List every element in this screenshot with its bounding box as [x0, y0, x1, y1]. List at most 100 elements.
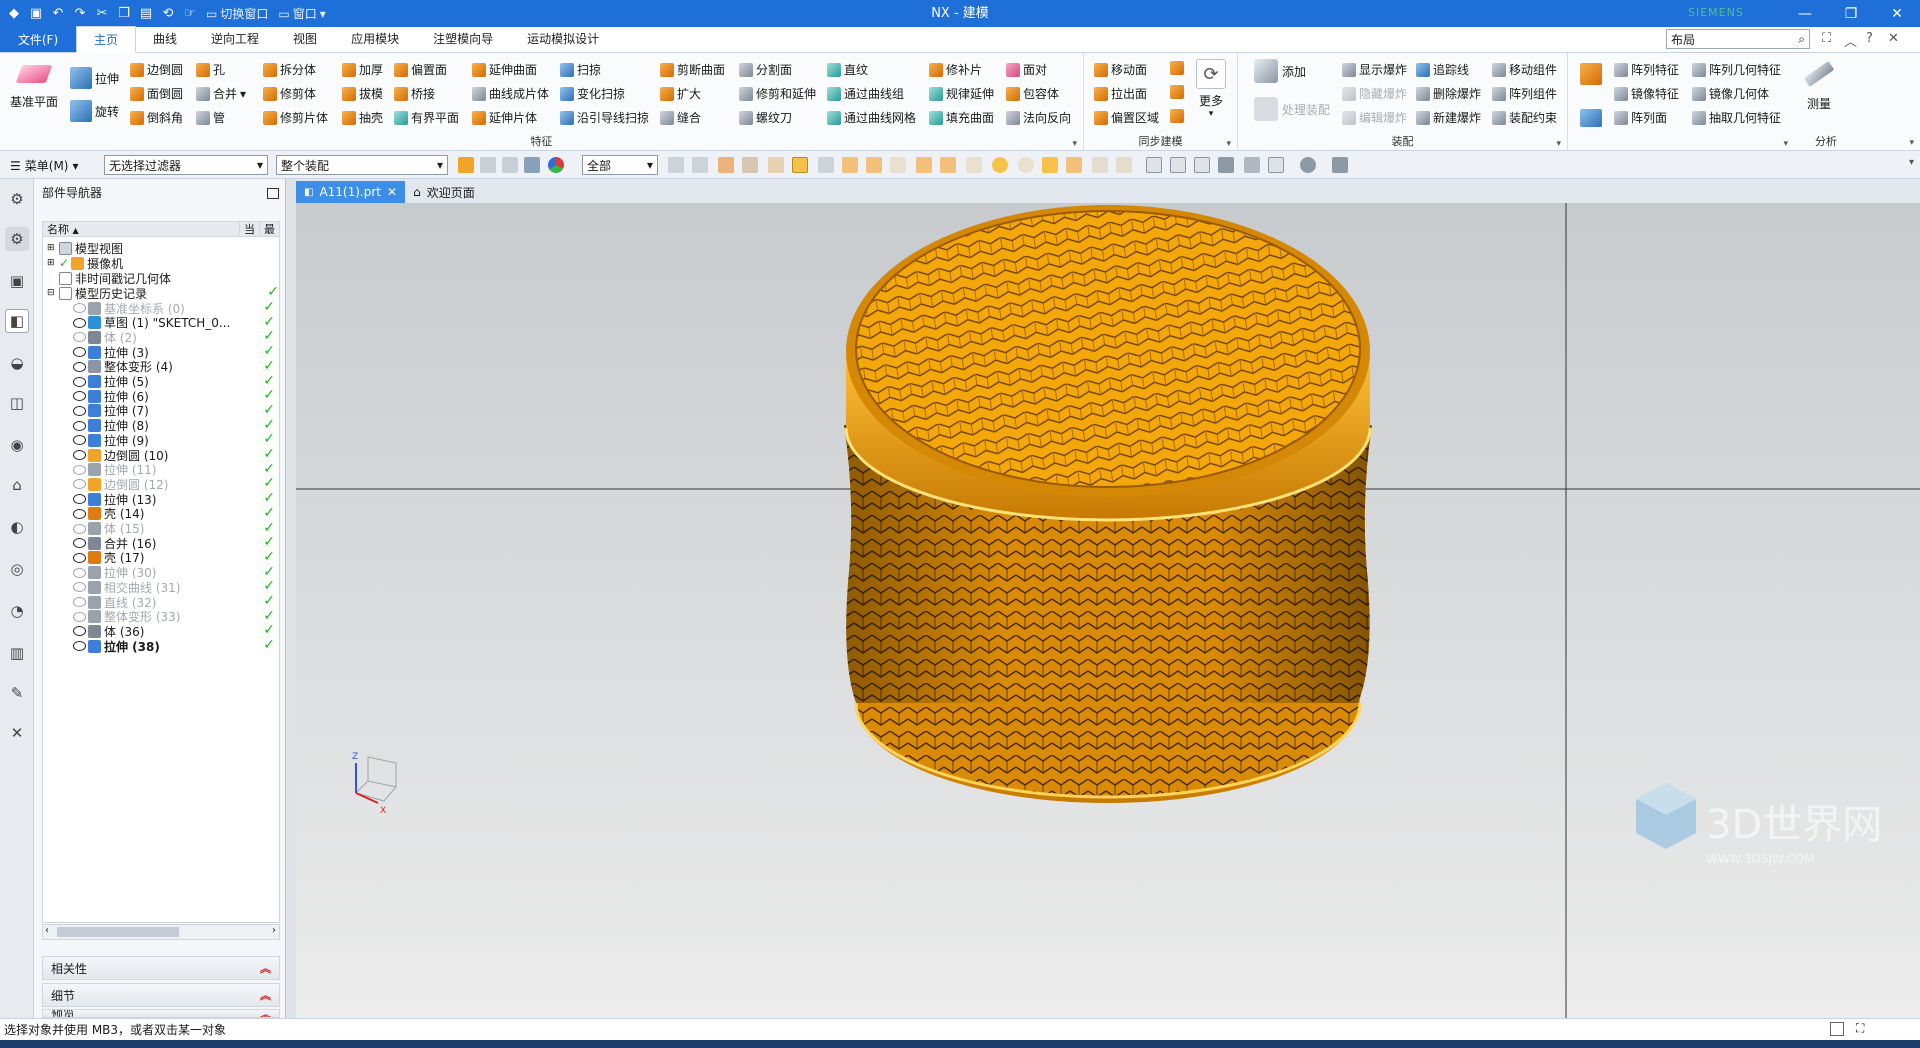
history-icon[interactable]: ⌂ — [5, 473, 29, 497]
unite-button[interactable]: 合并 ▾ — [196, 85, 246, 102]
main-menu-button[interactable]: ☰ 菜单(M) ▾ — [10, 157, 79, 174]
snap-tool-icon[interactable] — [890, 157, 906, 173]
assembly-navigator-icon[interactable]: ⚙ — [5, 227, 29, 251]
visibility-eye-icon[interactable] — [73, 538, 86, 549]
visibility-eye-icon[interactable] — [73, 641, 86, 652]
pattern-component-button[interactable]: 阵列组件 — [1492, 85, 1557, 102]
collapse-ribbon-icon[interactable]: ︿ — [1844, 31, 1857, 50]
column-latest[interactable]: 最 — [259, 221, 279, 237]
nx-logo-icon[interactable]: ◆ — [4, 4, 24, 24]
patch-button[interactable]: 修补片 — [929, 61, 982, 78]
filter-tool-icon[interactable] — [502, 157, 518, 173]
through-curves-button[interactable]: 通过曲线组 — [827, 85, 904, 102]
pattern-face-button[interactable]: 阵列面 — [1614, 109, 1667, 126]
visibility-eye-icon[interactable] — [73, 494, 86, 505]
expand-icon[interactable]: ⊞ — [47, 258, 59, 268]
snap-tool-icon[interactable] — [1066, 157, 1082, 173]
new-explosion-button[interactable]: 新建爆炸 — [1416, 109, 1481, 126]
trim-sheet-button[interactable]: 修剪片体 — [263, 109, 328, 126]
visibility-eye-icon[interactable] — [73, 523, 86, 534]
offset-face-button[interactable]: 偏置面 — [394, 61, 447, 78]
paste-icon[interactable]: ▤ — [136, 4, 156, 24]
sync-tool-2-button[interactable] — [1170, 85, 1184, 99]
view-tool-icon[interactable] — [1268, 157, 1284, 173]
view-tool-icon[interactable] — [1146, 157, 1162, 173]
snap-tool-icon[interactable] — [966, 157, 982, 173]
snap-tool-icon[interactable] — [1042, 157, 1058, 173]
close-button[interactable]: ✕ — [1874, 0, 1920, 27]
visibility-eye-icon[interactable] — [73, 405, 86, 416]
type-filter-select[interactable]: 无选择过滤器 ▾ — [104, 155, 268, 175]
filter-tool-icon[interactable] — [458, 157, 474, 173]
assembly-constraints-button[interactable]: 装配约束 — [1492, 109, 1557, 126]
datum-plane-button[interactable]: 基准平面 — [10, 59, 58, 110]
undo-icon[interactable]: ↶ — [48, 4, 68, 24]
view-tool-icon[interactable] — [1244, 157, 1260, 173]
pattern-feature-button[interactable]: 阵列特征 — [1614, 61, 1679, 78]
dependencies-panel[interactable]: 相关性 ︽ — [42, 956, 280, 980]
tab-application[interactable]: 应用模块 — [334, 26, 416, 52]
snap-tool-icon[interactable] — [916, 157, 932, 173]
command-search-input[interactable]: 布局 ⌕ — [1666, 29, 1810, 49]
thread-tool-button[interactable]: 螺纹刀 — [739, 109, 792, 126]
split-body-button[interactable]: 拆分体 — [263, 61, 316, 78]
trim-body-button[interactable]: 修剪体 — [263, 85, 316, 102]
restore-button[interactable]: ❐ — [1828, 0, 1874, 27]
sweep-along-guide-button[interactable]: 沿引导线扫掠 — [560, 109, 649, 126]
repeat-command-icon[interactable]: ⟲ — [158, 4, 178, 24]
render-style-icon[interactable] — [1300, 157, 1316, 173]
tab-welcome-page[interactable]: ⌂ 欢迎页面 — [405, 181, 483, 203]
view-tool-icon[interactable] — [1218, 157, 1234, 173]
snap-tool-icon[interactable] — [742, 157, 758, 173]
visibility-eye-icon[interactable] — [73, 332, 86, 343]
visibility-eye-icon[interactable] — [73, 567, 86, 578]
collapse-up-icon[interactable]: ︽ — [260, 1010, 271, 1017]
edge-blend-button[interactable]: 边倒圆 — [130, 61, 183, 78]
add-component-button[interactable]: 添加 — [1254, 59, 1306, 83]
preview-panel[interactable]: 预览 ︽ — [42, 1009, 280, 1018]
snap-tool-icon[interactable] — [940, 157, 956, 173]
fullscreen-icon[interactable]: ⛶ — [1822, 31, 1831, 46]
visibility-eye-icon[interactable] — [73, 420, 86, 431]
trace-line-button[interactable]: 追踪线 — [1416, 61, 1469, 78]
tree-node-feature[interactable]: 拉伸 (38) — [73, 637, 279, 655]
law-extension-button[interactable]: 规律延伸 — [929, 85, 994, 102]
expand-icon[interactable]: ⊞ — [47, 243, 59, 253]
sew-button[interactable]: 缝合 — [660, 109, 701, 126]
trim-and-extend-button[interactable]: 修剪和延伸 — [739, 85, 816, 102]
snap-tool-icon[interactable] — [866, 157, 882, 173]
snap-tool-icon[interactable] — [768, 157, 784, 173]
chamfer-button[interactable]: 倒斜角 — [130, 109, 183, 126]
ribbon-options-icon[interactable]: ▾ — [1909, 138, 1914, 148]
visibility-eye-icon[interactable] — [73, 361, 86, 372]
snap-tool-icon[interactable] — [1018, 157, 1034, 173]
help-icon[interactable]: ? — [1866, 31, 1873, 46]
group-expand-icon[interactable]: ▾ — [1783, 139, 1788, 149]
snap-tool-icon[interactable] — [1116, 157, 1132, 173]
pull-face-button[interactable]: 拉出面 — [1094, 85, 1147, 102]
tab-home[interactable]: 主页 — [76, 26, 137, 53]
view-orientation-icon[interactable] — [1332, 157, 1348, 173]
part-navigator-icon[interactable]: ◧ — [5, 309, 29, 333]
visibility-eye-icon[interactable] — [73, 317, 86, 328]
move-face-button[interactable]: 移动面 — [1094, 61, 1147, 78]
scroll-left-icon[interactable]: ‹ — [45, 925, 49, 936]
close-tab-icon[interactable]: ✕ — [387, 185, 397, 199]
tab-part-file[interactable]: ◧ A11(1).prt ✕ — [296, 181, 406, 203]
window-menu-button[interactable]: ▭ 窗口 ▾ — [274, 5, 329, 22]
face-button[interactable]: 面对 — [1006, 61, 1047, 78]
visibility-eye-icon[interactable] — [73, 376, 86, 387]
visibility-eye-icon[interactable] — [73, 508, 86, 519]
snap-tool-icon[interactable] — [668, 157, 684, 173]
revolve-button[interactable]: 旋转 — [70, 100, 119, 122]
scroll-thumb[interactable] — [57, 927, 179, 937]
web-browser-icon[interactable]: ◉ — [5, 433, 29, 457]
view-tool-icon[interactable] — [1194, 157, 1210, 173]
filter-tool-icon[interactable] — [524, 157, 540, 173]
bounded-plane-button[interactable]: 有界平面 — [394, 109, 459, 126]
move-component-button[interactable]: 移动组件 — [1492, 61, 1557, 78]
snap-tool-icon[interactable] — [718, 157, 734, 173]
visibility-eye-icon[interactable] — [73, 347, 86, 358]
snap-center-icon[interactable] — [992, 157, 1008, 173]
hole-button[interactable]: 孔 — [196, 61, 225, 78]
